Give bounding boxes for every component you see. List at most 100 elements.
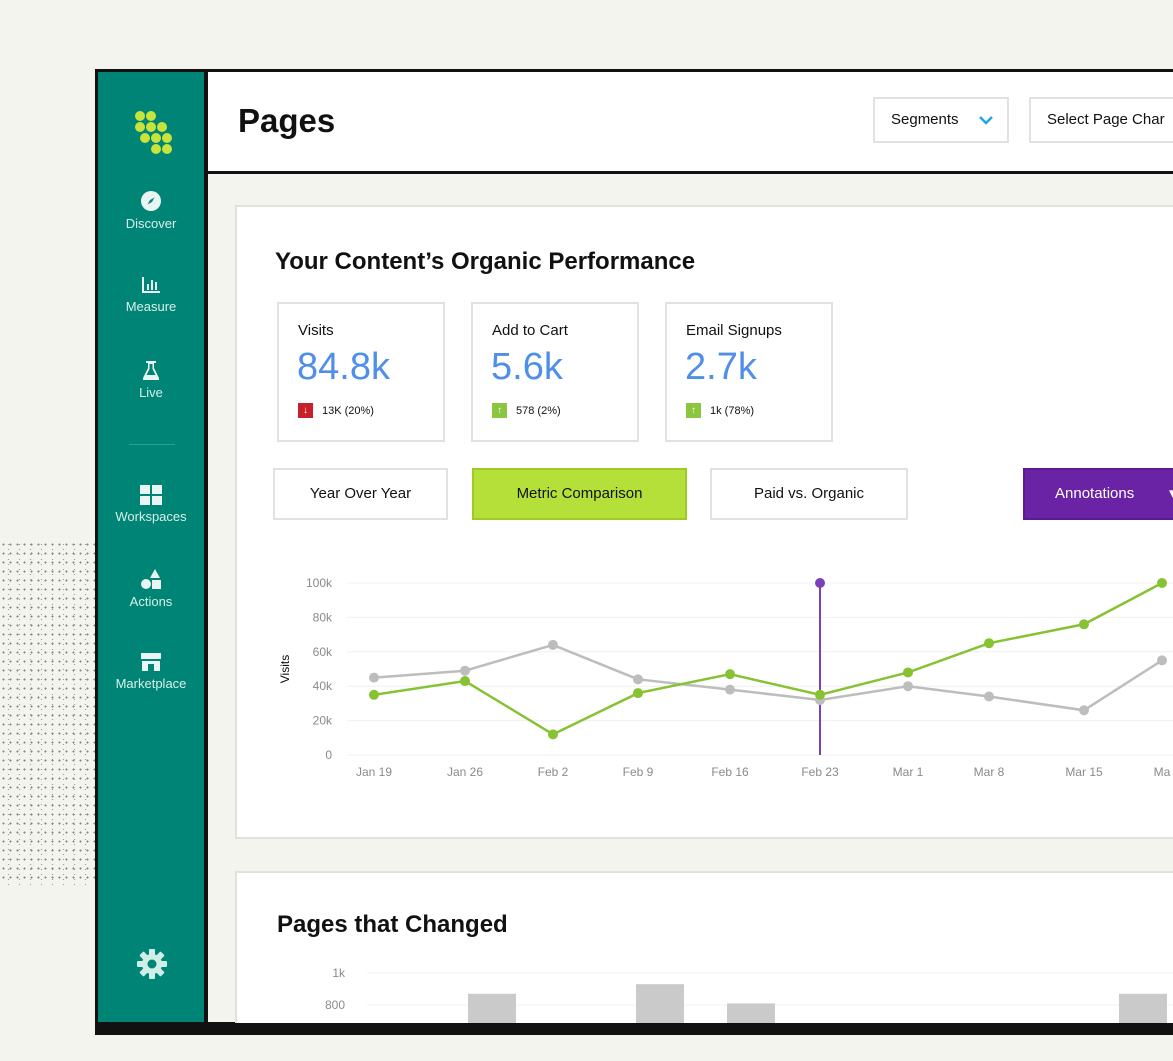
metric-delta: ↑ 578 (2%): [492, 403, 561, 418]
x-tick-label: Jan 19: [356, 765, 392, 779]
sidebar-item-marketplace[interactable]: Marketplace: [98, 652, 204, 691]
page-header: Pages Segments Select Page Char: [208, 72, 1173, 174]
pages-changed-bar-chart: 1k 800: [325, 966, 1173, 1029]
pages-changed-title: Pages that Changed: [277, 911, 508, 938]
data-point-gray: [984, 691, 994, 702]
shapes-icon: [141, 569, 161, 589]
main-panel: Pages Segments Select Page Char Your Con…: [208, 72, 1173, 1031]
flask-icon: [143, 361, 159, 380]
speckle-decoration: [0, 540, 96, 885]
sidebar-item-measure[interactable]: Measure: [98, 275, 204, 314]
metric-delta: ↑ 1k (78%): [686, 403, 754, 418]
data-point-gray: [725, 684, 735, 695]
sidebar-divider: [129, 444, 175, 445]
annotation-marker-dot: [815, 578, 825, 588]
y-tick-label: 40k: [313, 679, 333, 693]
y-tick-label: 0: [325, 748, 332, 762]
metric-label: Email Signups: [686, 322, 782, 339]
data-point-green: [369, 689, 379, 700]
data-point-gray: [548, 639, 558, 650]
logo-icon: [135, 111, 172, 154]
x-tick-label: Mar 15: [1065, 765, 1103, 779]
metric-visits: Visits 84.8k ↓ 13K (20%): [277, 302, 445, 442]
segments-label: Segments: [891, 111, 959, 128]
delta-text: 578 (2%): [516, 404, 561, 417]
annotations-button[interactable]: Annotations ▾: [1023, 468, 1173, 520]
data-point-gray: [460, 665, 470, 676]
metric-label: Visits: [298, 322, 334, 339]
performance-title: Your Content’s Organic Performance: [275, 248, 696, 275]
gear-icon[interactable]: [136, 948, 168, 980]
series-line-gray: [373, 643, 1163, 712]
data-point-green: [984, 638, 994, 649]
data-point-green: [1079, 619, 1089, 630]
data-point-green: [1157, 578, 1167, 588]
metric-label: Add to Cart: [492, 322, 568, 339]
select-page-change-dropdown[interactable]: Select Page Char: [1029, 97, 1173, 143]
metric-add-to-cart: Add to Cart 5.6k ↑ 578 (2%): [471, 302, 639, 442]
data-point-green: [903, 667, 913, 678]
y-tick-label: 800: [325, 998, 345, 1012]
tab-year-over-year[interactable]: Year Over Year: [273, 468, 448, 520]
data-point-gray: [369, 672, 379, 683]
arrow-up-icon: ↑: [686, 403, 701, 418]
y-tick-label: 20k: [313, 714, 333, 728]
x-tick-label: Mar 8: [974, 765, 1005, 779]
x-tick-label: Feb 16: [711, 765, 749, 779]
x-tick-label: Feb 9: [623, 765, 654, 779]
x-tick-label: Ma: [1154, 765, 1171, 779]
tab-paid-vs-organic[interactable]: Paid vs. Organic: [710, 468, 908, 520]
arrow-down-icon: ↓: [298, 403, 313, 418]
data-point-green: [548, 729, 558, 740]
app-window: Discover Measure Live Workspaces Actions…: [95, 69, 1173, 1035]
window-bottom-edge: [95, 1023, 1173, 1035]
sidebar-item-label: Workspaces: [115, 509, 187, 524]
chevron-down-icon: [979, 116, 993, 125]
x-tick-label: Jan 26: [447, 765, 483, 779]
data-point-green: [633, 688, 643, 699]
data-point-green: [460, 676, 470, 687]
annotations-label: Annotations: [1055, 485, 1135, 502]
delta-text: 13K (20%): [322, 404, 374, 417]
tab-metric-comparison[interactable]: Metric Comparison: [472, 468, 687, 520]
metric-delta: ↓ 13K (20%): [298, 403, 374, 418]
data-point-gray: [633, 674, 643, 685]
pages-changed-card: Pages that Changed 1k 800: [235, 871, 1173, 1031]
series-line-green: [373, 581, 1163, 736]
grid-icon: [140, 485, 162, 505]
metric-value: 84.8k: [297, 346, 390, 388]
sidebar-item-live[interactable]: Live: [98, 359, 204, 400]
visits-line-chart: 0 20k 40k 60k 80k 100k Visits Jan 19 Jan 26 Feb 2…: [278, 576, 1173, 779]
sidebar-item-discover[interactable]: Discover: [98, 190, 204, 231]
page-title: Pages: [238, 102, 336, 139]
y-tick-label: 80k: [313, 610, 333, 624]
y-axis-label: Visits: [278, 655, 292, 683]
sidebar-item-workspaces[interactable]: Workspaces: [98, 485, 204, 524]
y-tick-label: 100k: [306, 576, 333, 590]
sidebar-item-label: Actions: [129, 594, 173, 609]
performance-card: Your Content’s Organic Performance Visit…: [235, 205, 1173, 839]
metric-value: 5.6k: [491, 346, 563, 388]
storefront-icon: [141, 653, 161, 671]
x-tick-label: Feb 2: [538, 765, 569, 779]
delta-text: 1k (78%): [710, 404, 755, 417]
segments-dropdown[interactable]: Segments: [873, 97, 1009, 143]
x-tick-label: Mar 1: [893, 765, 924, 779]
metric-value: 2.7k: [685, 346, 757, 388]
data-point-green: [815, 689, 825, 700]
y-tick-label: 60k: [313, 645, 333, 659]
sidebar-item-label: Live: [139, 385, 163, 400]
sidebar-item-label: Discover: [125, 216, 177, 231]
sidebar: Discover Measure Live Workspaces Actions…: [98, 72, 204, 1022]
arrow-up-icon: ↑: [492, 403, 507, 418]
chevron-down-icon: ▾: [1169, 470, 1173, 518]
data-point-green: [725, 669, 735, 680]
compass-icon: [141, 191, 161, 211]
sidebar-item-label: Measure: [125, 299, 177, 314]
data-point-gray: [903, 681, 913, 692]
y-tick-label: 1k: [332, 966, 346, 980]
metric-email-signups: Email Signups 2.7k ↑ 1k (78%): [665, 302, 833, 442]
x-tick-label: Feb 23: [801, 765, 839, 779]
select-page-label: Select Page Char: [1047, 111, 1165, 128]
sidebar-item-actions[interactable]: Actions: [98, 568, 204, 609]
